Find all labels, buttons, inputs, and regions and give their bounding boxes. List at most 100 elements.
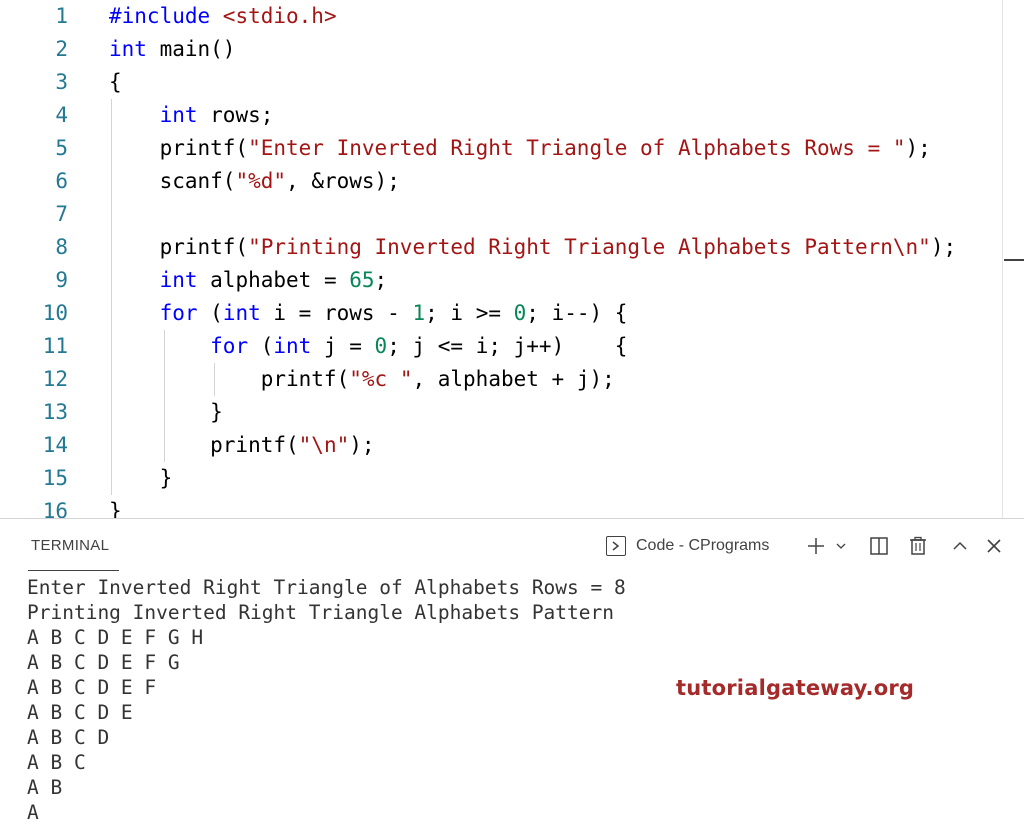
plus-icon bbox=[808, 538, 824, 554]
code-token: i = rows - bbox=[260, 301, 413, 325]
code-token: } bbox=[109, 466, 173, 490]
split-terminal-button[interactable] bbox=[866, 533, 892, 559]
terminal-name: Code - CPrograms bbox=[636, 537, 770, 554]
code-token: 0 bbox=[513, 301, 527, 325]
line-number: 5 bbox=[55, 136, 68, 160]
code-line[interactable]: 6 scanf("%d", &rows); bbox=[0, 165, 1024, 198]
terminal-dropdown-button[interactable] bbox=[833, 533, 849, 559]
code-token: ( bbox=[197, 301, 223, 325]
code-line[interactable]: 8 printf("Printing Inverted Right Triang… bbox=[0, 231, 1024, 264]
code-token: "\n" bbox=[298, 433, 350, 457]
terminal-line: Printing Inverted Right Triangle Alphabe… bbox=[27, 601, 614, 624]
line-number: 1 bbox=[55, 4, 68, 28]
code-text: printf("%c ", alphabet + j); bbox=[109, 363, 615, 396]
code-token: , &rows); bbox=[286, 169, 400, 193]
code-token: \n bbox=[892, 235, 919, 259]
code-text: for (int j = 0; j <= i; j++) { bbox=[109, 330, 627, 363]
code-line[interactable]: 11 for (int j = 0; j <= i; j++) { bbox=[0, 330, 1024, 363]
code-token: scanf( bbox=[109, 169, 236, 193]
code-token: %d bbox=[248, 169, 274, 193]
code-text: for (int i = rows - 1; i >= 0; i--) { bbox=[109, 297, 628, 330]
code-text: } bbox=[109, 495, 122, 518]
trash-icon bbox=[910, 536, 926, 555]
code-token: " bbox=[918, 235, 931, 259]
code-token: #include bbox=[109, 4, 223, 28]
terminal-line: A B C D E F G bbox=[27, 651, 180, 674]
line-number: 12 bbox=[42, 367, 68, 391]
maximize-panel-button[interactable] bbox=[948, 533, 972, 559]
code-token: printf( bbox=[109, 136, 249, 160]
indent-guide bbox=[164, 330, 165, 462]
code-token: main() bbox=[146, 37, 236, 61]
code-token: ); bbox=[905, 136, 931, 160]
code-line[interactable]: 7 bbox=[0, 198, 1024, 231]
code-token: int bbox=[222, 301, 261, 325]
close-icon bbox=[987, 539, 1001, 553]
code-token: printf( bbox=[109, 433, 299, 457]
code-token: for bbox=[159, 301, 198, 325]
terminal-line: A B C bbox=[27, 751, 86, 774]
code-text: #include <stdio.h> bbox=[109, 0, 337, 33]
terminal-line: A B C D E F G H bbox=[27, 626, 204, 649]
code-editor[interactable]: 1 #include <stdio.h> 2 int main() 3{4 int ro… bbox=[0, 0, 1024, 518]
close-panel-button[interactable] bbox=[982, 533, 1006, 559]
code-line[interactable]: 13 } bbox=[0, 396, 1024, 429]
code-text: scanf("%d", &rows); bbox=[109, 165, 400, 198]
terminal-line: Enter Inverted Right Triangle of Alphabe… bbox=[27, 576, 626, 599]
code-line[interactable]: 1 0 for (int i = rows - 1; i >= 0; i--) { bbox=[0, 297, 1024, 330]
line-number: 4 bbox=[55, 103, 68, 127]
code-token: "Printing Inverted Right Triangle Alphab… bbox=[248, 235, 893, 259]
code-line[interactable]: 4 int rows; bbox=[0, 99, 1024, 132]
terminal-output[interactable]: Enter Inverted Right Triangle of Alphabe… bbox=[27, 575, 1007, 825]
code-line[interactable]: 15 } bbox=[0, 462, 1024, 495]
line-number: 9 bbox=[55, 268, 68, 292]
indent-guide bbox=[214, 363, 215, 396]
code-text: printf("Printing Inverted Right Triangle… bbox=[109, 231, 957, 264]
code-text: int rows; bbox=[109, 99, 274, 132]
code-line[interactable]: 16} bbox=[0, 495, 1024, 518]
code-token: int bbox=[109, 37, 147, 61]
scrollbar-marker[interactable] bbox=[1004, 259, 1024, 261]
terminal-line: A B C D bbox=[27, 726, 110, 749]
line-number: 3 bbox=[55, 70, 68, 94]
line-number: 8 bbox=[55, 235, 68, 259]
kill-terminal-button[interactable] bbox=[905, 533, 931, 559]
code-line[interactable]: 1 #include <stdio.h> bbox=[0, 0, 1024, 33]
line-number: 15 bbox=[42, 466, 68, 490]
panel-header: TERMINAL Code - CPrograms bbox=[0, 519, 1024, 571]
code-token: int bbox=[273, 334, 312, 358]
code-token: printf( bbox=[109, 235, 249, 259]
code-line[interactable]: 9 int alphabet = 65; bbox=[0, 264, 1024, 297]
line-number: 7 bbox=[55, 202, 68, 226]
code-token: " bbox=[273, 169, 287, 193]
code-line[interactable]: 3{ bbox=[0, 66, 1024, 99]
line-number: 14 bbox=[42, 433, 68, 457]
code-line[interactable]: 5 printf("Enter Inverted Right Triangle … bbox=[0, 132, 1024, 165]
terminal-selector[interactable]: Code - CPrograms bbox=[606, 534, 769, 558]
code-token: alphabet = bbox=[197, 268, 350, 292]
code-token: } bbox=[109, 499, 122, 518]
terminal-icon bbox=[606, 536, 626, 556]
tab-terminal[interactable]: TERMINAL bbox=[31, 537, 109, 554]
code-token: , alphabet + j); bbox=[412, 367, 615, 391]
line-number: 11 bbox=[42, 334, 68, 358]
editor-scrollbar-track[interactable] bbox=[1002, 0, 1003, 518]
terminal-line: A bbox=[27, 801, 39, 824]
code-token: " bbox=[387, 367, 413, 391]
code-line[interactable]: 2 int main() bbox=[0, 33, 1024, 66]
code-text: printf("\n"); bbox=[109, 429, 374, 462]
code-line[interactable]: 12 printf("%c ", alphabet + j); bbox=[0, 363, 1024, 396]
code-token: " bbox=[349, 367, 362, 391]
code-text: int alphabet = 65; bbox=[109, 264, 388, 297]
code-token: 1 bbox=[412, 301, 426, 325]
new-terminal-button[interactable] bbox=[804, 533, 828, 559]
code-token: %c bbox=[361, 367, 388, 391]
code-text: { bbox=[109, 66, 122, 99]
code-line[interactable]: 14 printf("\n"); bbox=[0, 429, 1024, 462]
code-text: int main() bbox=[109, 33, 235, 66]
code-token: 65 bbox=[349, 268, 375, 292]
code-token: j = bbox=[311, 334, 375, 358]
